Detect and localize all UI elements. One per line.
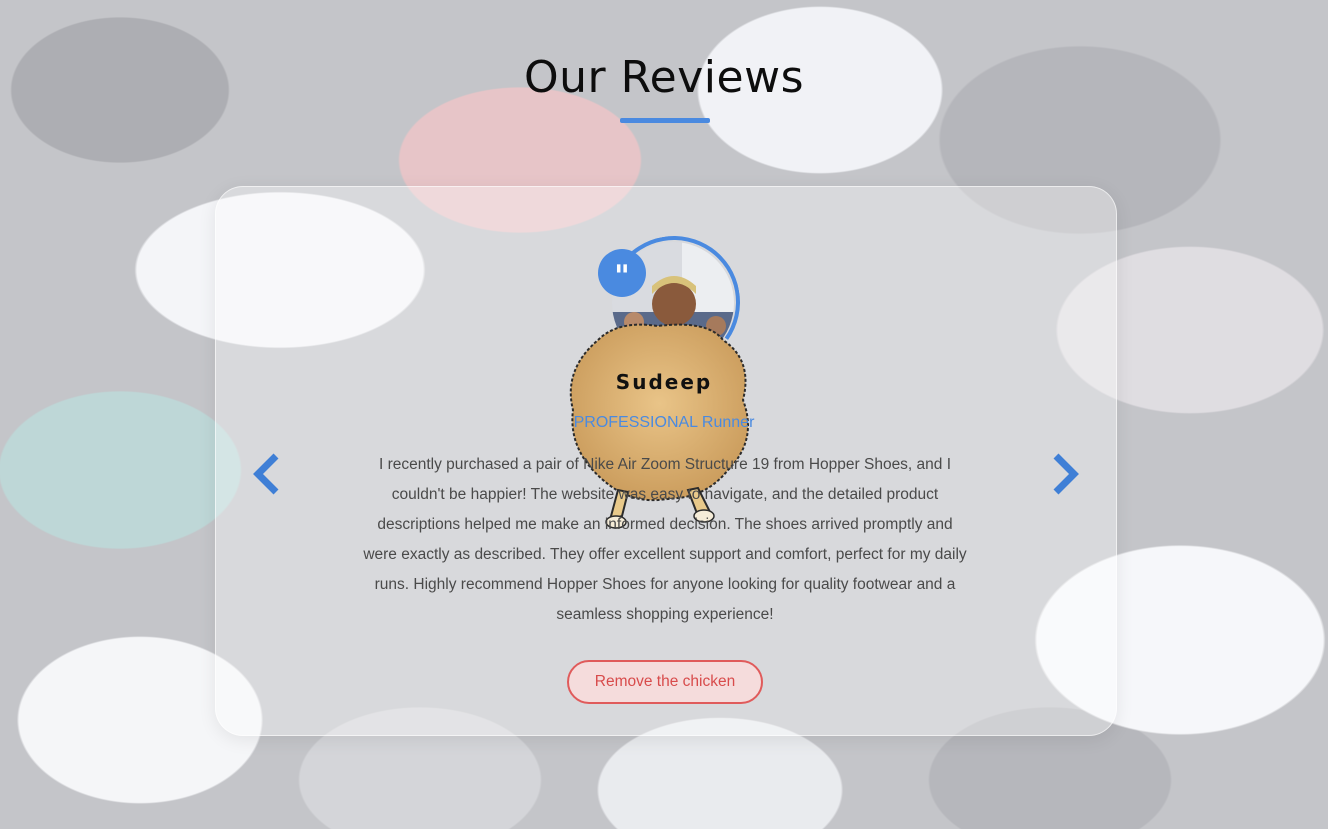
chevron-left-icon[interactable]: [248, 452, 288, 496]
reviewer-role: PROFESSIONAL Runner: [573, 414, 755, 431]
remove-chicken-button[interactable]: Remove the chicken: [567, 660, 763, 704]
title-underline: [620, 118, 710, 123]
review-text: I recently purchased a pair of Nike Air …: [363, 456, 967, 623]
chevron-right-icon[interactable]: [1044, 452, 1084, 496]
reviews-section: Our Reviews " Sudeep PROFESSIONAL Runner…: [0, 0, 1328, 829]
quote-icon: ": [598, 249, 646, 297]
section-title: Our Reviews: [523, 52, 804, 103]
reviews-page: Our Reviews " Sudeep PROFESSIONAL Runner…: [0, 0, 1328, 829]
reviewer-name: Sudeep: [615, 370, 713, 394]
